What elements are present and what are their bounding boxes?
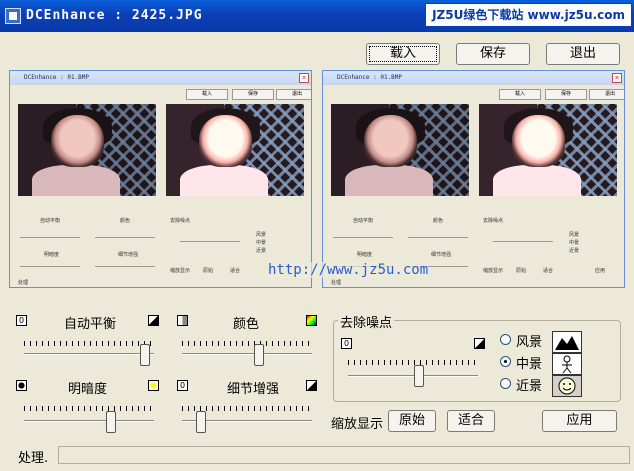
preview-load-button: 载入 [186, 89, 228, 100]
radio-midrange-label: 中景 [516, 357, 543, 372]
app-icon[interactable] [5, 8, 21, 24]
save-button[interactable]: 保存 [456, 43, 530, 65]
zoom-label: 缩放显示 [331, 417, 384, 432]
brightness-min-icon [16, 380, 27, 391]
preview-label-zoom: 缩放显示 [483, 268, 504, 274]
auto-balance-label: 自动平衡 [64, 317, 117, 332]
radio-landscape[interactable] [500, 334, 511, 345]
auto-balance-slider[interactable] [140, 344, 151, 366]
apply-button[interactable]: 应用 [542, 410, 617, 432]
preview-label-landscape: 风景 [256, 232, 267, 238]
detail-max-icon [306, 380, 317, 391]
preview-exit-button: 退出 [589, 89, 624, 100]
preview-title-bar: DCEnhance : 01.BMP × [10, 71, 311, 85]
brightness-slider[interactable] [105, 411, 116, 433]
radio-closeup-label: 近景 [516, 379, 543, 394]
preview-label-orig: 原始 [203, 268, 214, 274]
preview-label-detail: 细节增强 [118, 252, 139, 258]
preview-label-color: 颜色 [433, 218, 444, 224]
zoom-original-button[interactable]: 原始 [388, 410, 436, 432]
detail-min-icon: 0 [177, 380, 188, 391]
preview-save-button: 保存 [232, 89, 274, 100]
person-icon [552, 353, 582, 375]
auto-balance-max-icon [148, 315, 159, 326]
zoom-fit-button[interactable]: 适合 [447, 410, 495, 432]
preview-right: DCEnhance : 01.BMP × 载入 保存 退出 自动平衡 颜色 去除… [322, 70, 625, 288]
status-field [58, 446, 630, 464]
detail-label: 细节增强 [227, 382, 280, 397]
preview-label-status: 处理 [18, 280, 29, 286]
preview-title: DCEnhance : 01.BMP [337, 74, 403, 81]
auto-balance-min-icon: 0 [16, 315, 27, 326]
denoise-slider[interactable] [414, 365, 424, 387]
preview-label-color: 颜色 [120, 218, 131, 224]
preview-label-mid: 中景 [256, 240, 267, 246]
preview-label-apply: 应用 [595, 268, 606, 274]
title-bar: DCEnhance : 2425.JPG JZ5U绿色下载站 www.jz5u.… [0, 0, 634, 32]
preview-load-button: 载入 [499, 89, 541, 100]
preview-label-awb: 自动平衡 [40, 218, 61, 224]
face-icon [552, 375, 582, 397]
radio-landscape-label: 风景 [516, 335, 543, 350]
preview-label-detail: 细节增强 [431, 252, 452, 258]
color-label: 颜色 [233, 317, 260, 332]
close-icon: × [299, 73, 309, 83]
color-min-icon [177, 315, 188, 326]
detail-slider[interactable] [196, 411, 207, 433]
preview-label-awb: 自动平衡 [353, 218, 374, 224]
preview-left: DCEnhance : 01.BMP × 载入 保存 退出 自动平衡 颜色 去除… [9, 70, 312, 288]
preview-title-bar: DCEnhance : 01.BMP × [323, 71, 624, 85]
status-label: 处理. [18, 451, 49, 466]
preview-image-enhanced [479, 104, 617, 196]
preview-image-original [331, 104, 469, 196]
preview-title: DCEnhance : 01.BMP [24, 74, 90, 81]
preview-label-brightness: 明暗度 [357, 252, 373, 258]
preview-label-brightness: 明暗度 [44, 252, 60, 258]
preview-image-original [18, 104, 156, 196]
preview-label-near: 近景 [569, 248, 580, 254]
preview-label-landscape: 风景 [569, 232, 580, 238]
load-button[interactable]: 载入 [366, 43, 440, 65]
url-watermark: http://www.jz5u.com [268, 262, 429, 278]
denoise-title: 去除噪点 [338, 312, 395, 331]
preview-label-status: 处理 [331, 280, 342, 286]
exit-button[interactable]: 退出 [546, 43, 620, 65]
preview-save-button: 保存 [545, 89, 587, 100]
color-slider[interactable] [254, 344, 264, 366]
preview-image-enhanced [166, 104, 304, 196]
preview-label-near: 近景 [256, 248, 267, 254]
preview-label-orig: 原始 [516, 268, 527, 274]
radio-midrange[interactable] [500, 356, 511, 367]
denoise-max-icon [474, 338, 485, 349]
preview-label-fit: 适合 [543, 268, 554, 274]
preview-exit-button: 退出 [276, 89, 311, 100]
preview-label-fit: 适合 [230, 268, 241, 274]
preview-label-denoise: 去除噪点 [483, 218, 504, 224]
preview-label-denoise: 去除噪点 [170, 218, 191, 224]
brightness-label: 明暗度 [68, 382, 108, 397]
preview-label-zoom: 缩放显示 [170, 268, 191, 274]
window-title: DCEnhance : 2425.JPG [26, 8, 203, 23]
color-max-icon [306, 315, 317, 326]
preview-label-mid: 中景 [569, 240, 580, 246]
brightness-max-icon [148, 380, 159, 391]
radio-closeup[interactable] [500, 378, 511, 389]
watermark-banner: JZ5U绿色下载站 www.jz5u.com [425, 3, 632, 27]
denoise-min-icon: 0 [341, 338, 352, 349]
close-icon: × [612, 73, 622, 83]
mountain-icon [552, 331, 582, 353]
